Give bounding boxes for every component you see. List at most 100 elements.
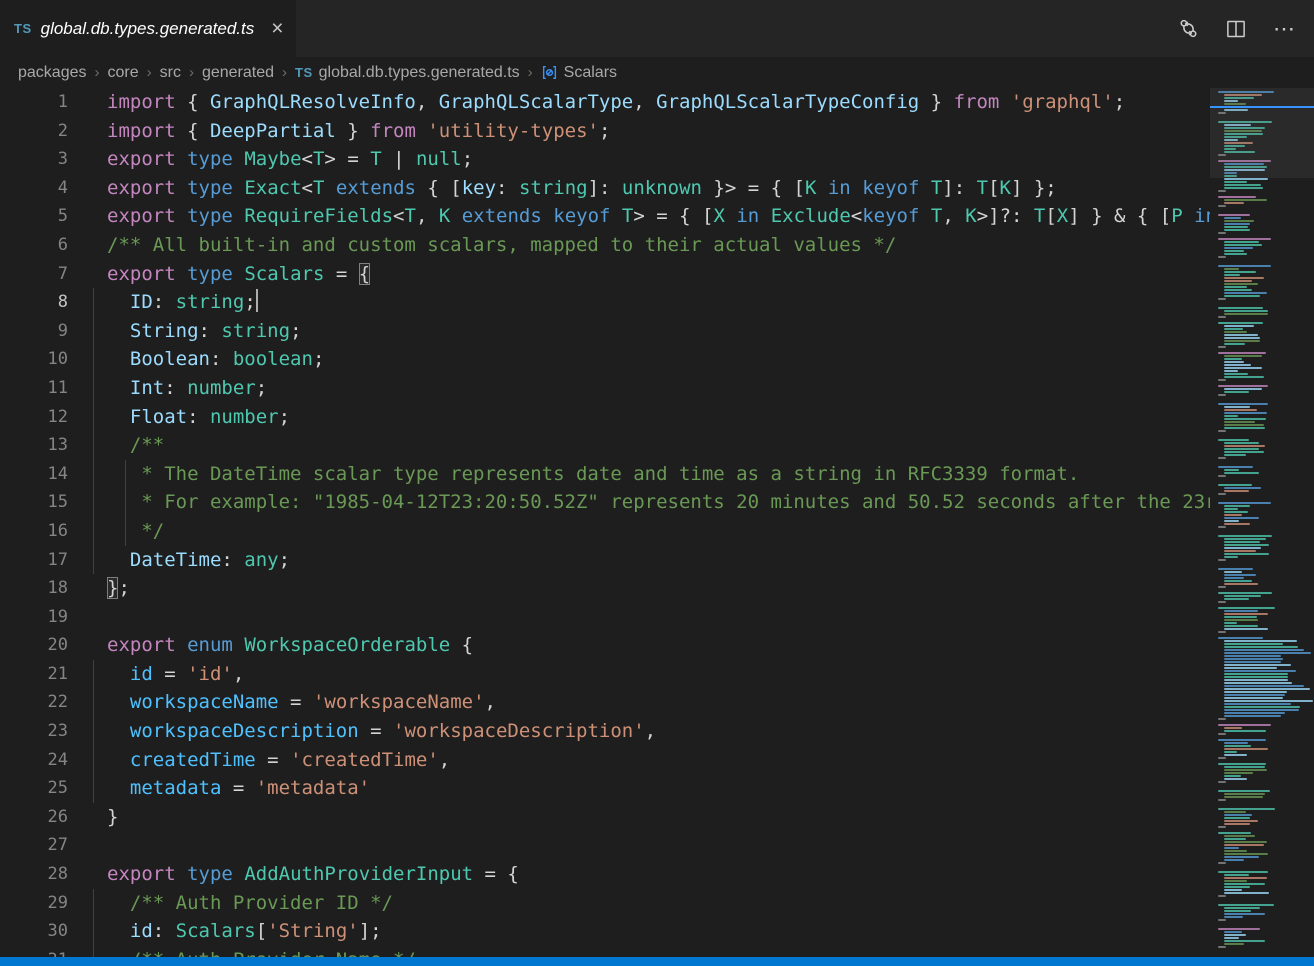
line-number[interactable]: 6 (0, 231, 68, 260)
line-number[interactable]: 22 (0, 688, 68, 717)
line-number[interactable]: 20 (0, 631, 68, 660)
minimap-line (1224, 367, 1262, 369)
code-line[interactable]: 9 String: string; (0, 317, 1314, 346)
breadcrumb-item-file[interactable]: TS global.db.types.generated.ts (295, 64, 520, 82)
line-number[interactable]: 24 (0, 746, 68, 775)
code-line[interactable]: 14 * The DateTime scalar type represents… (0, 460, 1314, 489)
minimap-line (1224, 166, 1267, 168)
more-actions-icon[interactable]: ⋯ (1273, 24, 1296, 34)
open-changes-icon[interactable] (1178, 18, 1199, 39)
code-line[interactable]: 7export type Scalars = { (0, 260, 1314, 289)
minimap-line (1224, 280, 1252, 282)
code-line[interactable]: 23 workspaceDescription = 'workspaceDesc… (0, 717, 1314, 746)
code-line[interactable]: 8 ID: string; (0, 288, 1314, 317)
code-line[interactable]: 10 Boolean: boolean; (0, 345, 1314, 374)
breadcrumb-file-label: global.db.types.generated.ts (319, 64, 520, 82)
minimap-line (1224, 643, 1283, 645)
code-line[interactable]: 2import { DeepPartial } from 'utility-ty… (0, 117, 1314, 146)
close-icon[interactable]: × (271, 18, 283, 39)
editor-tab[interactable]: TS global.db.types.generated.ts × (0, 0, 296, 57)
code-text: id: Scalars['String']; (107, 917, 382, 946)
minimap-line (1224, 415, 1238, 417)
minimap-line (1224, 742, 1248, 744)
line-number[interactable]: 13 (0, 431, 68, 460)
line-number[interactable]: 27 (0, 831, 68, 860)
code-line[interactable]: 31 /** Auth Provider Name */ (0, 946, 1314, 957)
line-number[interactable]: 23 (0, 717, 68, 746)
code-line[interactable]: 25 metadata = 'metadata' (0, 774, 1314, 803)
minimap-line (1224, 271, 1256, 273)
line-number[interactable]: 14 (0, 460, 68, 489)
line-number[interactable]: 1 (0, 88, 68, 117)
line-number[interactable]: 19 (0, 603, 68, 632)
code-line[interactable]: 22 workspaceName = 'workspaceName', (0, 688, 1314, 717)
split-editor-icon[interactable] (1226, 19, 1246, 39)
line-number[interactable]: 18 (0, 574, 68, 603)
chevron-right-icon: › (527, 64, 534, 81)
breadcrumb-item-src[interactable]: src (160, 64, 181, 82)
line-number[interactable]: 10 (0, 345, 68, 374)
line-number[interactable]: 11 (0, 374, 68, 403)
code-line[interactable]: 3export type Maybe<T> = T | null; (0, 145, 1314, 174)
line-number[interactable]: 21 (0, 660, 68, 689)
breadcrumb-item-generated[interactable]: generated (202, 64, 274, 82)
line-number[interactable]: 2 (0, 117, 68, 146)
code-line[interactable]: 6/** All built-in and custom scalars, ma… (0, 231, 1314, 260)
line-number[interactable]: 4 (0, 174, 68, 203)
breadcrumb-item-core[interactable]: core (108, 64, 139, 82)
tab-title: global.db.types.generated.ts (41, 19, 255, 39)
code-line[interactable]: 5export type RequireFields<T, K extends … (0, 202, 1314, 231)
code-line[interactable]: 12 Float: number; (0, 403, 1314, 432)
minimap-line (1218, 871, 1268, 873)
code-line[interactable]: 13 /** (0, 431, 1314, 460)
line-number[interactable]: 9 (0, 317, 68, 346)
breadcrumb-item-packages[interactable]: packages (18, 64, 87, 82)
minimap-line (1218, 322, 1263, 324)
line-number[interactable]: 8 (0, 288, 68, 317)
line-number[interactable]: 7 (0, 260, 68, 289)
code-line[interactable]: 19 (0, 603, 1314, 632)
code-line[interactable]: 11 Int: number; (0, 374, 1314, 403)
code-line[interactable]: 24 createdTime = 'createdTime', (0, 746, 1314, 775)
code-editor[interactable]: 1import { GraphQLResolveInfo, GraphQLSca… (0, 88, 1314, 957)
code-line[interactable]: 1import { GraphQLResolveInfo, GraphQLSca… (0, 88, 1314, 117)
code-line[interactable]: 27 (0, 831, 1314, 860)
line-number[interactable]: 30 (0, 917, 68, 946)
minimap-line (1218, 790, 1270, 792)
code-line[interactable]: 30 id: Scalars['String']; (0, 917, 1314, 946)
minimap-line (1224, 127, 1265, 129)
line-number[interactable]: 12 (0, 403, 68, 432)
line-number[interactable]: 25 (0, 774, 68, 803)
minimap-line (1224, 424, 1264, 426)
minimap-line (1224, 391, 1249, 393)
code-line[interactable]: 29 /** Auth Provider ID */ (0, 889, 1314, 918)
minimap-line (1224, 841, 1267, 843)
line-number[interactable]: 29 (0, 889, 68, 918)
minimap[interactable] (1210, 88, 1314, 957)
code-line[interactable]: 16 */ (0, 517, 1314, 546)
code-line[interactable]: 17 DateTime: any; (0, 546, 1314, 575)
code-line[interactable]: 21 id = 'id', (0, 660, 1314, 689)
breadcrumb-item-symbol[interactable]: Scalars (541, 64, 617, 82)
line-number[interactable]: 15 (0, 488, 68, 517)
line-number[interactable]: 28 (0, 860, 68, 889)
minimap-line (1218, 121, 1272, 123)
minimap-line (1224, 823, 1250, 825)
indent-guide (93, 546, 94, 575)
minimap-line (1224, 856, 1259, 858)
code-line[interactable]: 26} (0, 803, 1314, 832)
code-line[interactable]: 28export type AddAuthProviderInput = { (0, 860, 1314, 889)
minimap-line (1224, 103, 1246, 105)
line-number[interactable]: 17 (0, 546, 68, 575)
line-number[interactable]: 5 (0, 202, 68, 231)
line-number[interactable]: 16 (0, 517, 68, 546)
code-line[interactable]: 4export type Exact<T extends { [key: str… (0, 174, 1314, 203)
line-number[interactable]: 31 (0, 946, 68, 957)
code-line[interactable]: 20export enum WorkspaceOrderable { (0, 631, 1314, 660)
minimap-line (1224, 511, 1248, 513)
code-line[interactable]: 15 * For example: "1985-04-12T23:20:50.5… (0, 488, 1314, 517)
line-number[interactable]: 3 (0, 145, 68, 174)
code-line[interactable]: 18}; (0, 574, 1314, 603)
line-number[interactable]: 26 (0, 803, 68, 832)
minimap-line (1218, 763, 1266, 765)
